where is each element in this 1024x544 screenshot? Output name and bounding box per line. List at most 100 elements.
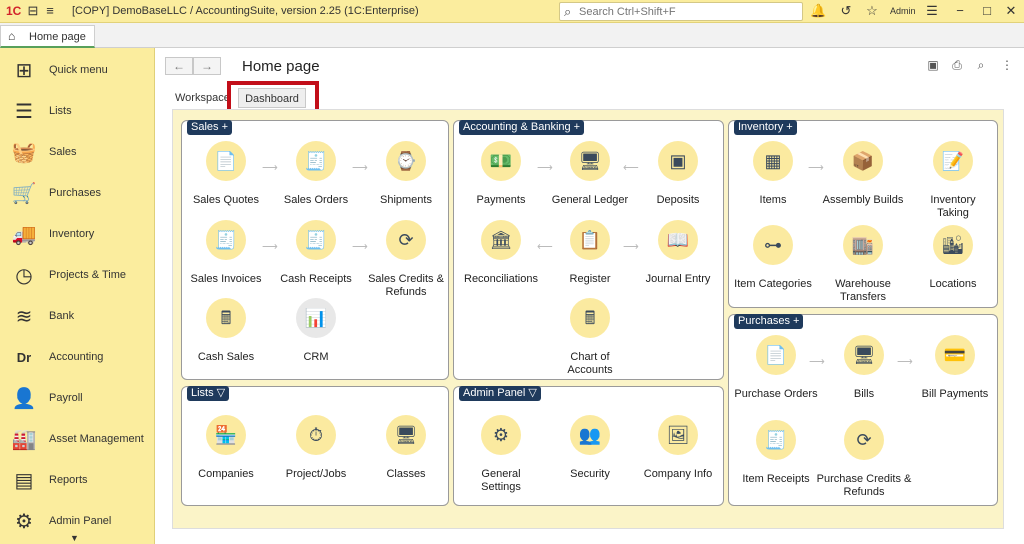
- item-label: Item Receipts: [742, 473, 810, 485]
- company-info-icon: 🖼: [658, 415, 698, 455]
- quote-icon: 📄: [206, 141, 246, 181]
- purchases-panel: Purchases + 📄 Purchase Orders ⟶ 🖥 Bills ⟶ …: [728, 314, 998, 506]
- notification-icon[interactable]: ⊟: [25, 3, 41, 19]
- forward-button[interactable]: →: [193, 57, 221, 75]
- shipment-icon: ⌚: [386, 141, 426, 181]
- arrow-icon: ⟶: [262, 162, 278, 174]
- item-label: General Ledger: [551, 194, 629, 206]
- search-icon: ⌕: [564, 4, 572, 19]
- sales-panel-title[interactable]: Sales +: [187, 120, 232, 135]
- report-icon: ▤: [14, 470, 34, 492]
- settings-menu-icon[interactable]: ☰: [924, 3, 940, 19]
- preview-icon[interactable]: ⌕: [973, 58, 989, 74]
- sidebar-item-label: Inventory: [49, 228, 95, 240]
- item-label: Item Categories: [734, 278, 812, 290]
- box-icon: 📦: [843, 141, 883, 181]
- item-label: Inventory Taking: [930, 194, 976, 219]
- sidebar-item-purchases[interactable]: 🛒 Purchases: [0, 174, 155, 215]
- admin-panel: Admin Panel ▽ ⚙ General Settings 👥 Securit…: [453, 386, 724, 506]
- lists-panel-title[interactable]: Lists ▽: [187, 386, 230, 401]
- title-bar: 1C ⊟ ≡ [COPY] DemoBaseLLC / AccountingSu…: [0, 0, 1024, 23]
- item-label: CRM: [303, 351, 329, 363]
- users-icon: 👥: [570, 415, 610, 455]
- arrow-icon: ⟶: [808, 162, 824, 174]
- app-logo: 1C: [6, 4, 22, 18]
- arrow-icon: ⟵: [537, 241, 553, 253]
- minimize-icon[interactable]: −: [952, 3, 968, 19]
- admin-panel-title[interactable]: Admin Panel ▽: [459, 386, 541, 401]
- item-label: Locations: [929, 278, 977, 290]
- arrow-icon: ⟶: [897, 356, 913, 368]
- item-label: Companies: [198, 468, 254, 480]
- crm-chart-icon: 📊: [296, 298, 336, 338]
- arrow-icon: ⟶: [623, 241, 639, 253]
- shelves-icon: ▦: [753, 141, 793, 181]
- user-name[interactable]: Admin: [890, 6, 916, 16]
- po-icon: 📄: [756, 335, 796, 375]
- maximize-icon[interactable]: □: [979, 3, 995, 19]
- sidebar-item-inventory[interactable]: 🚚 Inventory: [0, 215, 155, 256]
- main-menu-icon[interactable]: ≡: [42, 3, 58, 19]
- gear-icon: ⚙: [15, 511, 33, 533]
- arrow-icon: ⟶: [352, 241, 368, 253]
- inventory-panel-title[interactable]: Inventory +: [734, 120, 797, 135]
- receipt-icon: 🧾: [296, 220, 336, 260]
- clock-icon: ◷: [15, 265, 33, 287]
- bell-icon[interactable]: 🔔: [810, 3, 826, 19]
- sales-panel: Sales + 📄 Sales Quotes ⟶ 🧾 Sales Orders ⟶ …: [181, 120, 449, 380]
- more-icon[interactable]: ⋮: [999, 58, 1015, 74]
- item-label: Sales Quotes: [192, 194, 260, 206]
- item-label: Project/Jobs: [285, 468, 347, 480]
- credit-refund-icon: ⟳: [844, 420, 884, 460]
- tab-bar: ⌂ Home page: [0, 23, 1024, 48]
- asset-icon: 🏭: [11, 429, 37, 451]
- search-box[interactable]: ⌕: [559, 2, 803, 21]
- print-icon[interactable]: ⎙: [949, 58, 965, 74]
- item-label: Purchase Credits & Refunds: [816, 473, 912, 498]
- scroll-down-icon[interactable]: ▼: [70, 533, 79, 543]
- close-icon[interactable]: ✕: [1003, 3, 1019, 19]
- sidebar-item-projects-time[interactable]: ◷ Projects & Time: [0, 256, 155, 297]
- item-label: Journal Entry: [645, 273, 711, 285]
- item-label: Sales Orders: [283, 194, 349, 206]
- sidebar-item-reports[interactable]: ▤ Reports: [0, 461, 155, 502]
- history-icon[interactable]: ↺: [838, 3, 854, 19]
- arrow-icon: ⟶: [262, 241, 278, 253]
- bank-icon: 🏛: [481, 220, 521, 260]
- app-window: 1C ⊟ ≡ [COPY] DemoBaseLLC / AccountingSu…: [0, 0, 1024, 544]
- order-icon: 🧾: [296, 141, 336, 181]
- item-label: Security: [570, 468, 610, 480]
- sidebar-item-quick-menu[interactable]: ⊞ Quick menu: [0, 51, 155, 92]
- stopwatch-icon: ⏱: [296, 415, 336, 455]
- save-icon[interactable]: ▣: [925, 58, 941, 74]
- item-label: Cash Sales: [197, 351, 255, 363]
- cart-icon: 🛒: [11, 183, 37, 205]
- quick-menu-icon: ⊞: [15, 60, 33, 82]
- clipboard-icon: 📝: [933, 141, 973, 181]
- sidebar-item-asset-management[interactable]: 🏭 Asset Management: [0, 420, 155, 461]
- purchases-panel-title[interactable]: Purchases +: [734, 314, 804, 329]
- sidebar-item-lists[interactable]: ☰ Lists: [0, 92, 155, 133]
- item-label: Classes: [386, 468, 426, 480]
- back-button[interactable]: ←: [165, 57, 193, 75]
- sidebar-item-sales[interactable]: 🧺 Sales: [0, 133, 155, 174]
- drcr-icon: Dr: [16, 350, 32, 365]
- tab-home-page[interactable]: ⌂ Home page: [0, 25, 95, 48]
- journal-icon: 📖: [658, 220, 698, 260]
- store-icon: 🏪: [206, 415, 246, 455]
- bill-payment-icon: 💳: [935, 335, 975, 375]
- workspace-area: Sales + 📄 Sales Quotes ⟶ 🧾 Sales Orders ⟶ …: [172, 109, 1004, 529]
- main-content: ← → Home page ▣ ⎙ ⌕ ⋮ Workspace Dashboar…: [155, 48, 1024, 544]
- warehouse-icon: 🏬: [843, 225, 883, 265]
- sidebar-item-payroll[interactable]: 👤 Payroll: [0, 379, 155, 420]
- sidebar-item-label: Purchases: [49, 187, 101, 199]
- calculator-icon: 🖩: [570, 298, 610, 338]
- sidebar-item-accounting[interactable]: Dr Accounting: [0, 338, 155, 379]
- sidebar-item-label: Projects & Time: [49, 269, 127, 281]
- sidebar-item-bank[interactable]: ≋ Bank: [0, 297, 155, 338]
- accounting-panel-title[interactable]: Accounting & Banking +: [459, 120, 585, 135]
- receipt-pen-icon: 🧾: [756, 420, 796, 460]
- star-icon[interactable]: ☆: [864, 3, 880, 19]
- ledger-icon: 🖥: [570, 141, 610, 181]
- search-input[interactable]: [579, 5, 799, 19]
